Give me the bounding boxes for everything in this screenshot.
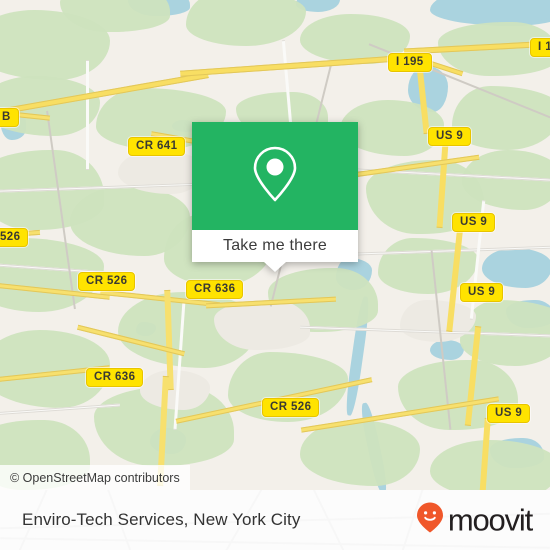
road-shield: CR 636 bbox=[186, 280, 244, 299]
park-area bbox=[430, 440, 550, 490]
osm-attribution-text: © OpenStreetMap contributors bbox=[10, 470, 180, 485]
road-shield: CR 526 bbox=[262, 398, 320, 417]
road-shield: US 9 bbox=[452, 213, 496, 232]
footer-bar: Enviro-Tech Services, New York City moov… bbox=[0, 490, 550, 550]
card-pin-area bbox=[192, 122, 358, 230]
osm-attribution[interactable]: © OpenStreetMap contributors bbox=[0, 465, 190, 490]
road-shield: CR 641 bbox=[128, 137, 186, 156]
road-shield: US 9 bbox=[460, 283, 504, 302]
road-shield: US 9 bbox=[428, 127, 472, 146]
location-pin-icon bbox=[249, 143, 301, 210]
moovit-wordmark: moovit bbox=[447, 502, 533, 538]
take-me-there-label: Take me there bbox=[223, 237, 327, 254]
road-shield: 526 bbox=[0, 228, 29, 247]
road-shield: B bbox=[0, 108, 19, 127]
road-shield: US 9 bbox=[487, 404, 531, 423]
road-shield: CR 526 bbox=[78, 272, 136, 291]
road-shield: CR 636 bbox=[86, 368, 144, 387]
road-shield: I 1 bbox=[530, 38, 550, 57]
minor-road bbox=[86, 60, 89, 170]
card-tail-pointer bbox=[264, 262, 286, 272]
builtup-area bbox=[214, 300, 310, 350]
road-shield: I 195 bbox=[388, 53, 432, 72]
water-body bbox=[430, 340, 464, 360]
location-callout-card[interactable]: Take me there bbox=[192, 122, 358, 272]
moovit-smiley-pin-icon bbox=[415, 501, 445, 540]
moovit-location-screenshot: I 195 I 1 CR 641 US 9 B US 9 526 CR 526 … bbox=[0, 0, 550, 550]
moovit-logo[interactable]: moovit bbox=[415, 501, 533, 540]
map-canvas[interactable]: I 195 I 1 CR 641 US 9 B US 9 526 CR 526 … bbox=[0, 0, 550, 490]
take-me-there-button[interactable]: Take me there bbox=[192, 230, 358, 262]
page-title: Enviro-Tech Services, New York City bbox=[22, 510, 301, 529]
